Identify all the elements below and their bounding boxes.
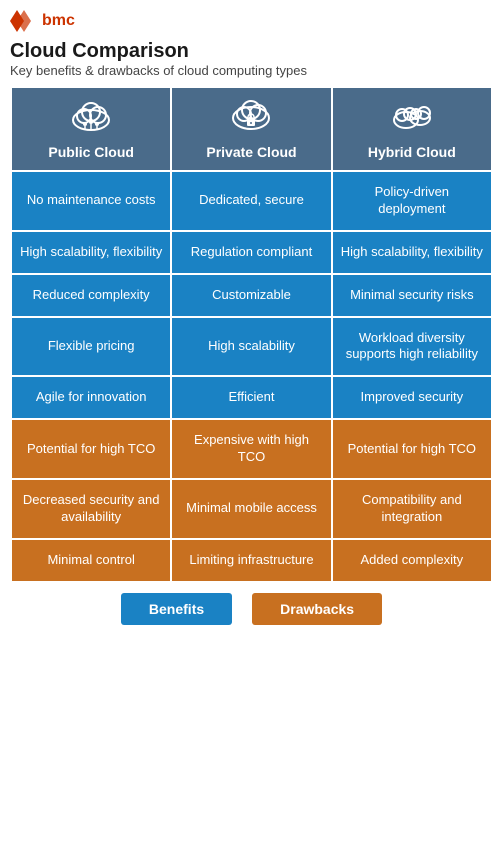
brand-name: bmc: [42, 12, 75, 30]
public-cloud-icon: [18, 98, 164, 140]
benefit-row-1: No maintenance costsDedicated, securePol…: [11, 171, 492, 231]
benefit-hybrid-4: Workload diversity supports high reliabi…: [332, 317, 492, 377]
benefit-public-4: Flexible pricing: [11, 317, 171, 377]
benefit-private-4: High scalability: [171, 317, 331, 377]
comparison-table: Public Cloud: [10, 86, 493, 583]
drawback-private-3: Limiting infrastructure: [171, 539, 331, 582]
page-title: Cloud Comparison: [10, 40, 493, 63]
benefit-private-3: Customizable: [171, 274, 331, 317]
drawback-public-2: Decreased security and availability: [11, 479, 171, 539]
legend: Benefits Drawbacks: [10, 593, 493, 625]
drawback-public-3: Minimal control: [11, 539, 171, 582]
benefit-private-1: Dedicated, secure: [171, 171, 331, 231]
table-body: No maintenance costsDedicated, securePol…: [11, 171, 492, 582]
benefit-row-2: High scalability, flexibilityRegulation …: [11, 231, 492, 274]
benefit-public-2: High scalability, flexibility: [11, 231, 171, 274]
col-header-private: Private Cloud: [171, 87, 331, 171]
page-subtitle: Key benefits & drawbacks of cloud comput…: [10, 63, 493, 78]
col-header-public: Public Cloud: [11, 87, 171, 171]
drawback-row-3: Minimal controlLimiting infrastructureAd…: [11, 539, 492, 582]
benefit-hybrid-3: Minimal security risks: [332, 274, 492, 317]
benefit-public-1: No maintenance costs: [11, 171, 171, 231]
benefit-row-3: Reduced complexityCustomizableMinimal se…: [11, 274, 492, 317]
benefit-row-4: Flexible pricingHigh scalabilityWorkload…: [11, 317, 492, 377]
title-section: Cloud Comparison Key benefits & drawback…: [10, 40, 493, 78]
benefit-hybrid-2: High scalability, flexibility: [332, 231, 492, 274]
drawback-row-1: Potential for high TCOExpensive with hig…: [11, 419, 492, 479]
drawback-hybrid-2: Compatibility and integration: [332, 479, 492, 539]
drawback-public-1: Potential for high TCO: [11, 419, 171, 479]
col-header-hybrid: Hybrid Cloud: [332, 87, 492, 171]
private-cloud-icon: [178, 98, 324, 140]
drawback-hybrid-1: Potential for high TCO: [332, 419, 492, 479]
drawback-private-1: Expensive with high TCO: [171, 419, 331, 479]
col-label-public: Public Cloud: [48, 144, 134, 160]
header-row: Public Cloud: [11, 87, 492, 171]
bmc-logo-icon: [10, 10, 38, 32]
hybrid-cloud-icon: [339, 98, 485, 140]
benefit-hybrid-5: Improved security: [332, 376, 492, 419]
benefit-hybrid-1: Policy-driven deployment: [332, 171, 492, 231]
col-label-private: Private Cloud: [206, 144, 296, 160]
benefit-row-5: Agile for innovationEfficientImproved se…: [11, 376, 492, 419]
col-label-hybrid: Hybrid Cloud: [368, 144, 456, 160]
drawback-hybrid-3: Added complexity: [332, 539, 492, 582]
legend-benefits: Benefits: [121, 593, 232, 625]
cloud-table: Public Cloud: [10, 86, 493, 583]
benefit-private-5: Efficient: [171, 376, 331, 419]
benefit-public-5: Agile for innovation: [11, 376, 171, 419]
legend-drawbacks: Drawbacks: [252, 593, 382, 625]
drawback-row-2: Decreased security and availabilityMinim…: [11, 479, 492, 539]
drawback-private-2: Minimal mobile access: [171, 479, 331, 539]
bmc-logo: bmc: [10, 10, 493, 32]
benefit-public-3: Reduced complexity: [11, 274, 171, 317]
benefit-private-2: Regulation compliant: [171, 231, 331, 274]
